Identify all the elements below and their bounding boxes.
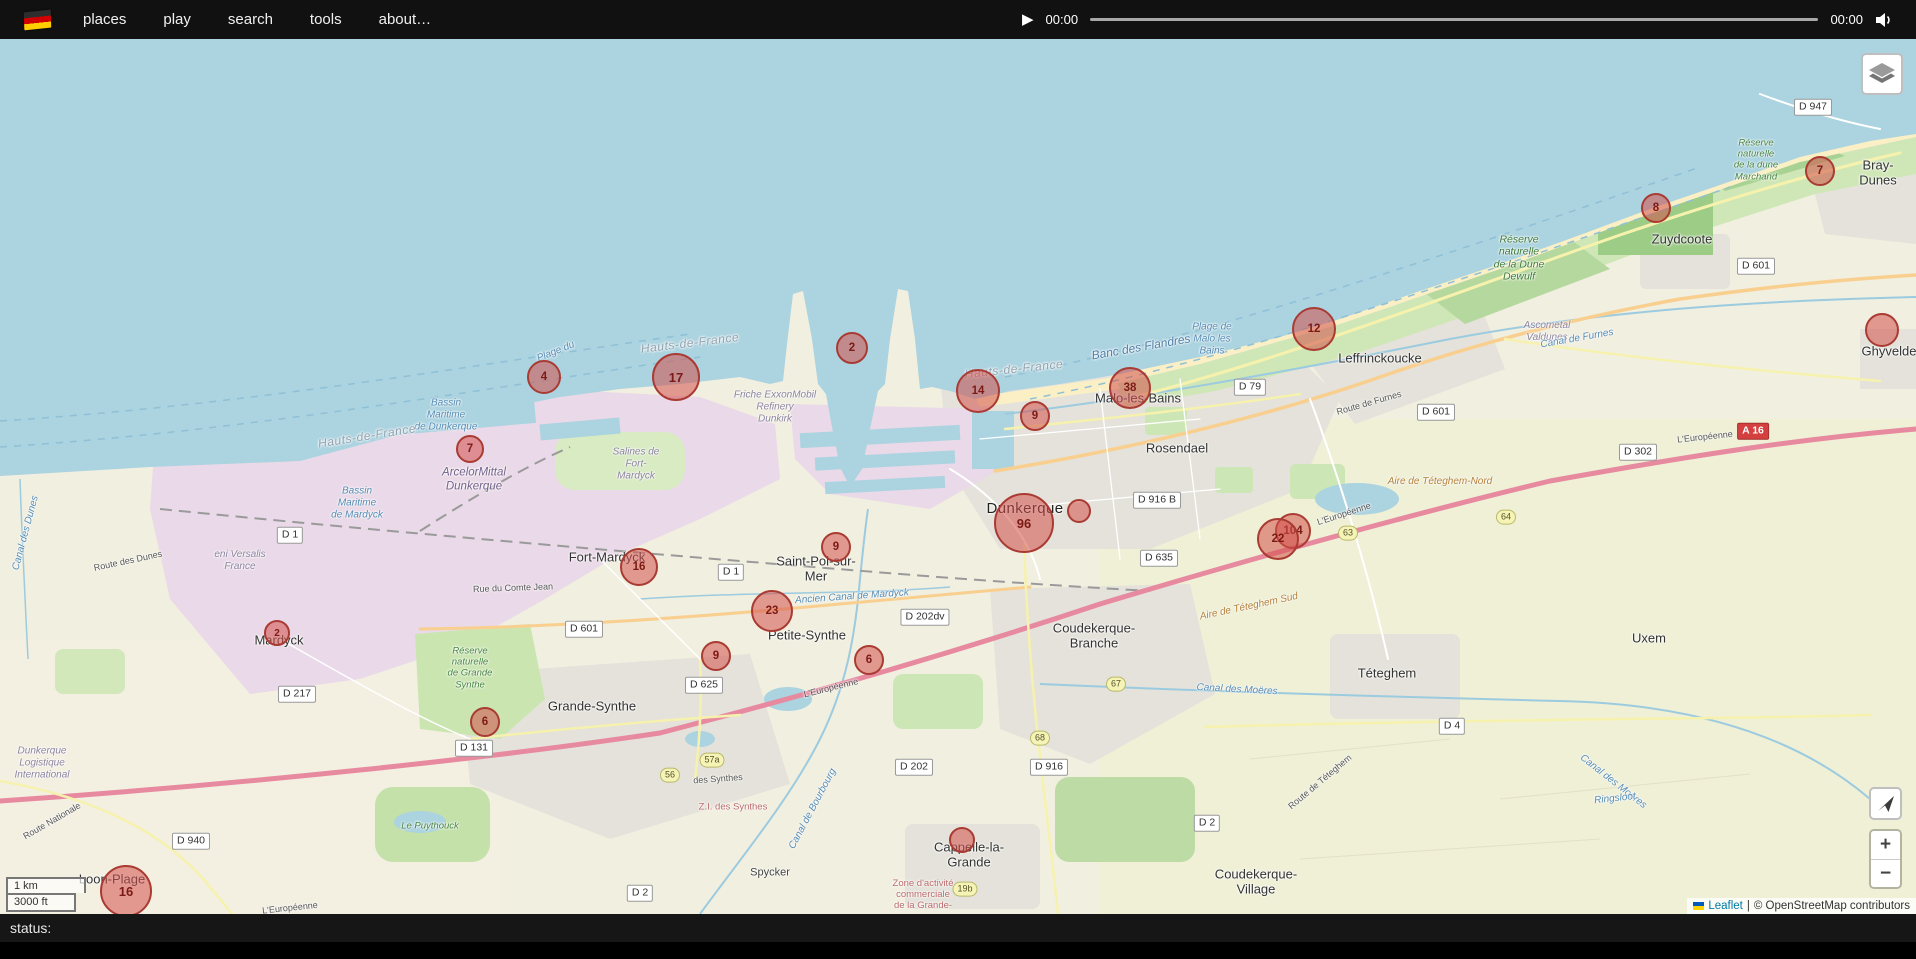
cluster-marker[interactable]: 17 — [652, 353, 700, 401]
menu-item-search[interactable]: search — [228, 11, 273, 28]
status-bar: status: — [0, 914, 1916, 942]
cluster-marker[interactable]: 22 — [1257, 518, 1299, 560]
cluster-count: 17 — [669, 370, 683, 385]
cluster-count: 14 — [972, 385, 985, 397]
cluster-count: 6 — [866, 654, 872, 666]
cluster-marker[interactable]: 9 — [701, 641, 731, 671]
cluster-count: 7 — [1817, 165, 1823, 177]
cluster-marker[interactable]: 6 — [470, 707, 500, 737]
cluster-marker[interactable]: 96 — [994, 493, 1054, 553]
cluster-count: 9 — [833, 541, 839, 553]
cluster-marker[interactable]: 14 — [956, 369, 1000, 413]
menu-item-places[interactable]: places — [83, 11, 126, 28]
bottom-strip — [0, 942, 1916, 959]
menu-item-tools[interactable]: tools — [310, 11, 342, 28]
cluster-count: 8 — [1653, 202, 1659, 214]
cluster-count: 7 — [467, 443, 473, 455]
cluster-count: 38 — [1124, 382, 1137, 394]
volume-icon[interactable] — [1875, 12, 1894, 28]
cluster-marker[interactable]: 2 — [836, 332, 868, 364]
cluster-count: 4 — [541, 371, 547, 383]
cluster-count: 96 — [1017, 516, 1031, 531]
cluster-count: 2 — [849, 342, 855, 354]
cluster-marker[interactable]: 16 — [620, 548, 658, 586]
cluster-marker[interactable]: 4 — [527, 360, 561, 394]
cluster-marker[interactable] — [1865, 313, 1899, 347]
cluster-marker[interactable]: 7 — [1805, 156, 1835, 186]
total-time: 00:00 — [1830, 12, 1863, 27]
zoom-in-button[interactable]: + — [1871, 831, 1900, 859]
leaflet-link[interactable]: Leaflet — [1708, 900, 1743, 912]
play-button[interactable]: ▶ — [1022, 12, 1034, 27]
cluster-marker[interactable]: 7 — [456, 435, 484, 463]
attribution-separator: | — [1747, 900, 1750, 912]
cluster-count: 23 — [766, 605, 779, 617]
cluster-marker[interactable]: 23 — [751, 590, 793, 632]
map-tiles — [0, 39, 1916, 914]
cluster-count: 16 — [119, 884, 133, 899]
layers-icon — [1869, 63, 1895, 85]
audio-player: ▶ 00:00 00:00 — [1022, 12, 1894, 28]
top-menubar: places play search tools about… ▶ 00:00 … — [0, 0, 1916, 39]
cluster-marker[interactable]: 8 — [1641, 193, 1671, 223]
cluster-count: 22 — [1272, 533, 1285, 545]
layers-control[interactable] — [1861, 53, 1903, 95]
cluster-marker[interactable]: 9 — [821, 532, 851, 562]
cluster-marker[interactable]: 2 — [264, 620, 290, 646]
menu-item-play[interactable]: play — [163, 11, 191, 28]
cluster-count: 6 — [482, 716, 488, 728]
speaker-icon — [1875, 12, 1894, 28]
cluster-count: 9 — [713, 650, 719, 662]
map-canvas[interactable]: D 947D 601D 601D 601D 302A 16D 79D 916 B… — [0, 39, 1916, 914]
menu-item-about[interactable]: about… — [379, 11, 432, 28]
main-menu: places play search tools about… — [83, 11, 431, 28]
cluster-count: 9 — [1032, 410, 1038, 422]
cluster-marker[interactable]: 12 — [1292, 307, 1336, 351]
cluster-count: 12 — [1308, 323, 1321, 335]
attribution: Leaflet | © OpenStreetMap contributors — [1687, 898, 1916, 914]
cluster-count: 16 — [633, 561, 646, 573]
locate-arrow-icon — [1877, 795, 1895, 813]
cluster-marker[interactable]: 6 — [854, 645, 884, 675]
cluster-marker[interactable]: 16 — [100, 865, 152, 914]
locate-control[interactable] — [1869, 787, 1902, 820]
osm-attribution[interactable]: © OpenStreetMap contributors — [1754, 900, 1910, 912]
ukraine-flag-icon — [1693, 902, 1704, 910]
cluster-marker[interactable] — [1067, 499, 1091, 523]
cluster-count: 2 — [274, 628, 280, 639]
elapsed-time: 00:00 — [1046, 12, 1079, 27]
german-flag-icon[interactable] — [24, 9, 52, 30]
zoom-out-button[interactable]: − — [1871, 859, 1900, 887]
cluster-marker[interactable]: 9 — [1020, 401, 1050, 431]
zoom-control: + − — [1869, 829, 1902, 889]
cluster-marker[interactable]: 38 — [1109, 367, 1151, 409]
cluster-marker[interactable] — [949, 827, 975, 853]
seek-slider[interactable] — [1090, 18, 1818, 21]
status-label: status: — [10, 920, 51, 936]
